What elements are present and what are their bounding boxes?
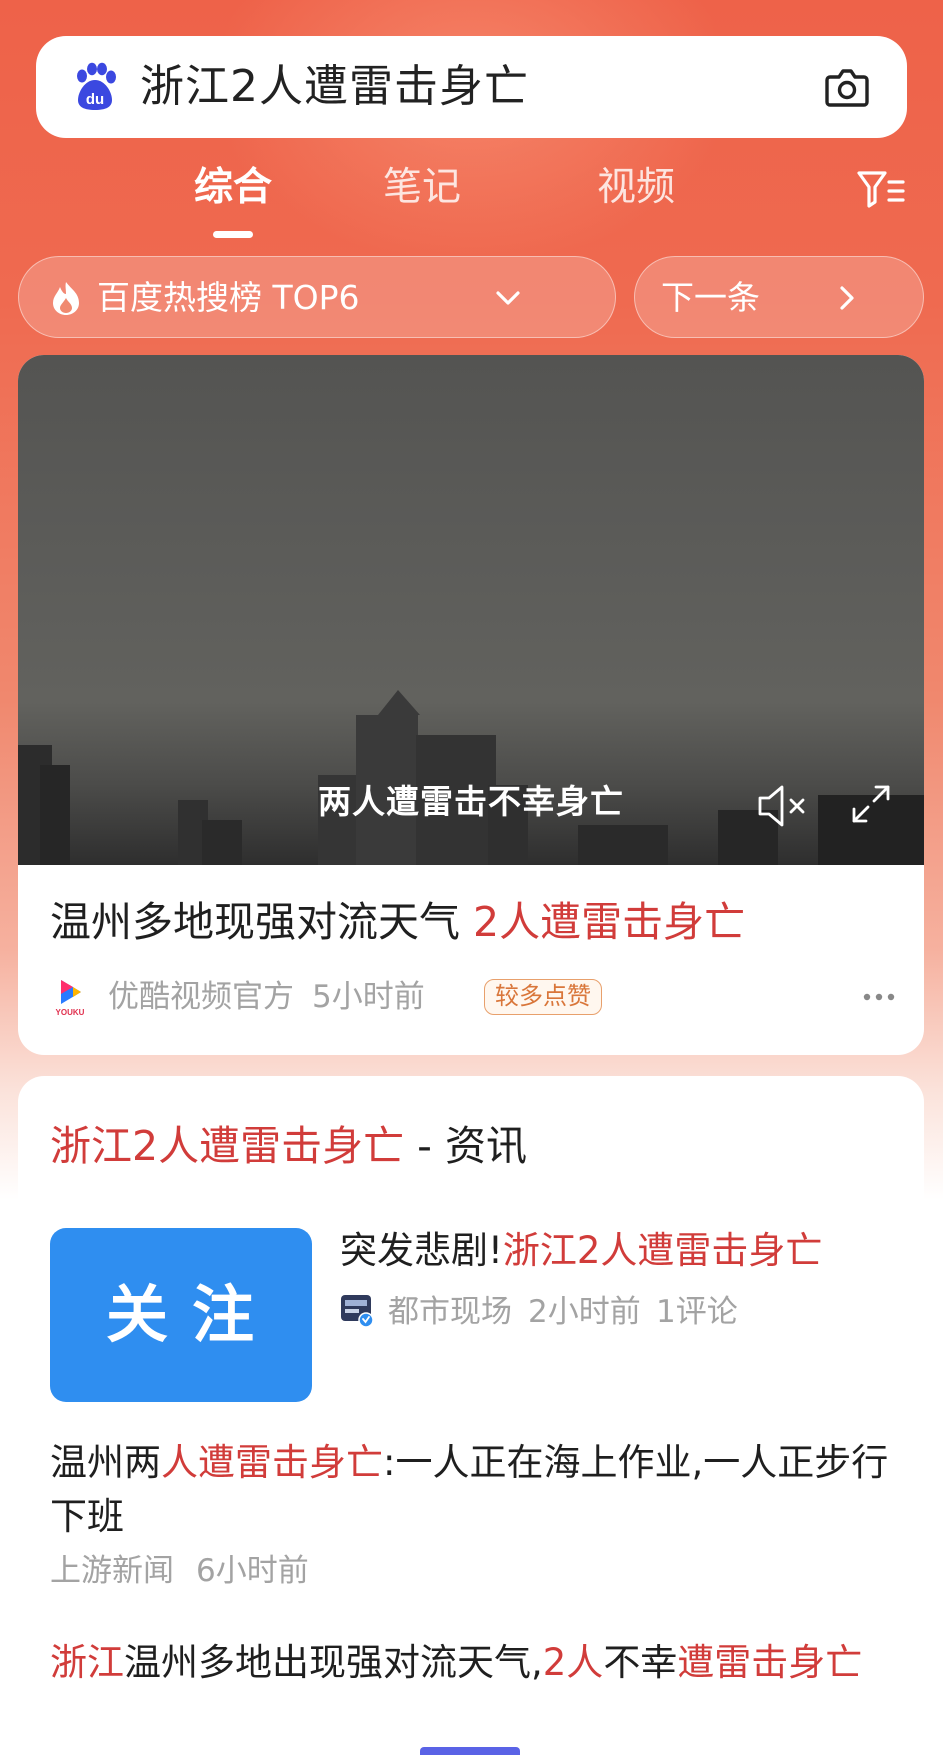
- news-item-1-meta: 都市现场 2小时前 1评论: [340, 1286, 900, 1336]
- news-section-title-suffix: - 资讯: [404, 1122, 527, 1170]
- flame-icon: [53, 282, 79, 315]
- news-result-card: 浙江2人遭雷击身亡 - 资讯 关注 突发悲剧!浙江2人遭雷击身亡 都市现场 2小…: [18, 1076, 924, 1755]
- news-item-2-part1: 温州两: [50, 1441, 161, 1484]
- news-item-3-part2: 温州多地出现强对流天气,: [124, 1641, 543, 1684]
- video-player[interactable]: 两人遭雷击不幸身亡: [18, 355, 924, 865]
- news-item-3-part4: 不幸: [603, 1641, 678, 1684]
- tab-comprehensive[interactable]: 综合: [163, 158, 303, 218]
- news-item-1-title-plain: 突发悲剧!: [340, 1229, 503, 1272]
- news-item-2-time: 6小时前: [196, 1553, 309, 1589]
- popular-badge: 较多点赞: [484, 979, 602, 1015]
- news-item-2-meta: 上游新闻 6小时前: [50, 1546, 309, 1596]
- title-highlight: 2人遭雷击身亡: [473, 898, 746, 946]
- more-options-icon[interactable]: [862, 985, 896, 1009]
- video-result-card[interactable]: 两人遭雷击不幸身亡 温州多地现强对流天气 2人遭雷击身亡 YOUKU 优酷视频官…: [18, 355, 924, 1055]
- mute-icon[interactable]: [756, 783, 814, 829]
- tab-notes[interactable]: 笔记: [352, 158, 492, 218]
- video-meta-row: YOUKU 优酷视频官方 5小时前 较多点赞: [50, 971, 910, 1023]
- news-section-title-highlight: 浙江2人遭雷击身亡: [50, 1122, 405, 1170]
- news-item-2-source[interactable]: 上游新闻: [50, 1553, 174, 1589]
- filter-icon[interactable]: [856, 168, 906, 210]
- news-item-3-part5: 遭雷击身亡: [677, 1641, 863, 1684]
- video-time: 5小时前: [312, 979, 425, 1015]
- active-tab-indicator: [213, 231, 253, 238]
- chevron-down-icon: [496, 291, 520, 305]
- news-item-1-title[interactable]: 突发悲剧!浙江2人遭雷击身亡: [340, 1224, 822, 1278]
- news-item-3-title[interactable]: 浙江温州多地出现强对流天气,2人不幸遭雷击身亡: [50, 1636, 890, 1690]
- news-item-3-part3: 2人: [542, 1641, 604, 1684]
- title-plain: 温州多地现强对流天气: [50, 898, 474, 946]
- news-item-1-time: 2小时前: [528, 1294, 641, 1330]
- baidu-paw-icon: du: [77, 62, 116, 110]
- news-item-1-comments[interactable]: 1评论: [656, 1286, 738, 1338]
- hot-search-chip[interactable]: 百度热搜榜 TOP6: [18, 256, 616, 338]
- news-thumbnail[interactable]: 关注: [50, 1228, 312, 1402]
- tab-video[interactable]: 视频: [566, 158, 706, 218]
- video-result-title[interactable]: 温州多地现强对流天气 2人遭雷击身亡: [50, 892, 745, 952]
- camera-icon[interactable]: [822, 62, 872, 112]
- search-query-text[interactable]: 浙江2人遭雷击身亡: [140, 56, 529, 118]
- video-source[interactable]: 优酷视频官方: [108, 971, 294, 1023]
- news-item-2-part2: 人遭雷击身亡: [161, 1441, 383, 1484]
- bottom-indicator: [420, 1747, 520, 1755]
- news-item-1-source[interactable]: 都市现场: [388, 1286, 512, 1338]
- next-item-chip[interactable]: 下一条: [634, 256, 924, 338]
- svg-text:du: du: [86, 91, 104, 108]
- hot-search-label: 百度热搜榜 TOP6: [97, 278, 360, 317]
- fullscreen-icon[interactable]: [850, 783, 892, 825]
- svg-text:YOUKU: YOUKU: [56, 1008, 85, 1017]
- youku-logo-icon: YOUKU: [56, 980, 85, 1017]
- news-section-title[interactable]: 浙江2人遭雷击身亡 - 资讯: [50, 1116, 527, 1176]
- next-item-label: 下一条: [661, 278, 760, 317]
- news-item-1-title-highlight: 浙江2人遭雷击身亡: [502, 1229, 823, 1272]
- news-item-3-part1: 浙江: [50, 1641, 124, 1684]
- source-avatar-icon: [341, 1295, 374, 1328]
- chevron-right-icon: [840, 286, 854, 310]
- news-item-2-title[interactable]: 温州两人遭雷击身亡:一人正在海上作业,一人正步行下班: [50, 1436, 890, 1544]
- search-bar[interactable]: du 浙江2人遭雷击身亡: [36, 36, 907, 138]
